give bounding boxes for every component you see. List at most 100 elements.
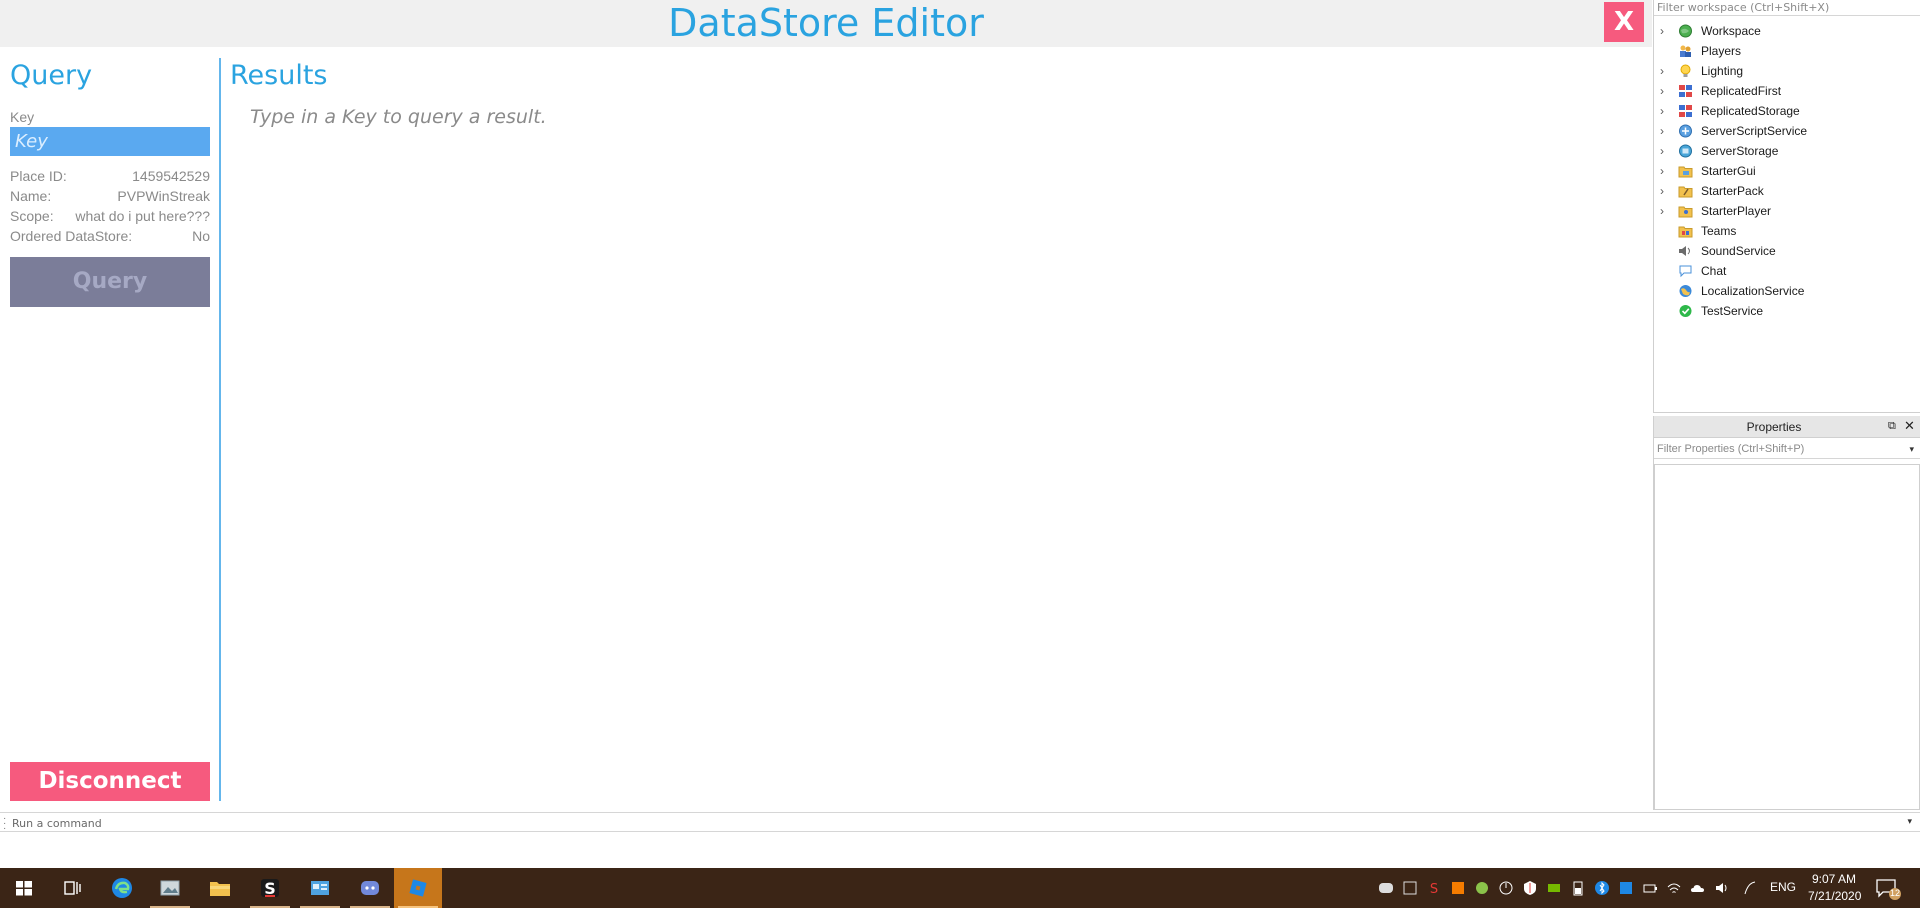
color-tray-icon[interactable] xyxy=(1474,879,1490,897)
tree-item-label: StarterPack xyxy=(1701,184,1764,198)
disconnect-button[interactable]: Disconnect xyxy=(10,762,210,801)
cloud-tray-icon[interactable] xyxy=(1690,879,1706,897)
tree-item-teams[interactable]: Teams xyxy=(1654,221,1920,241)
edge-button[interactable] xyxy=(98,868,146,908)
chevron-right-icon[interactable]: › xyxy=(1660,164,1670,178)
tree-item-label: TestService xyxy=(1701,304,1764,318)
tree-item-chat[interactable]: Chat xyxy=(1654,261,1920,281)
discord-tray-icon[interactable] xyxy=(1378,879,1394,897)
chevron-right-icon[interactable]: › xyxy=(1660,24,1670,38)
chevron-right-icon[interactable]: › xyxy=(1660,144,1670,158)
tree-item-starter-player[interactable]: › StarterPlayer xyxy=(1654,201,1920,221)
battery-tray-icon[interactable] xyxy=(1570,879,1586,897)
tree-item-label: ServerScriptService xyxy=(1701,124,1808,138)
properties-header: Properties ⧉ ✕ xyxy=(1654,416,1920,438)
file-explorer-button[interactable] xyxy=(196,868,244,908)
tree-item-label: Teams xyxy=(1701,224,1737,238)
close-icon[interactable]: ✕ xyxy=(1904,419,1916,433)
tree-item-replicated-storage[interactable]: › ReplicatedStorage xyxy=(1654,101,1920,121)
query-button[interactable]: Query xyxy=(10,257,210,307)
s-tray-icon[interactable]: S xyxy=(1426,879,1442,897)
properties-panel: Properties ⧉ ✕ Filter Properties (Ctrl+S… xyxy=(1653,416,1920,810)
tree-item-label: Lighting xyxy=(1701,64,1744,78)
results-hint: Type in a Key to query a result. xyxy=(250,106,547,128)
start-button[interactable] xyxy=(0,868,48,908)
notification-count: 12 xyxy=(1889,888,1900,898)
replicated-storage-icon xyxy=(1679,105,1692,117)
tree-item-server-script-service[interactable]: › ServerScriptService xyxy=(1654,121,1920,141)
players-icon xyxy=(1680,45,1691,57)
key-label: Key xyxy=(10,109,35,125)
wifi-tray-icon[interactable] xyxy=(1666,879,1682,897)
tree-item-server-storage[interactable]: › ServerStorage xyxy=(1654,141,1920,161)
volume-tray-icon[interactable] xyxy=(1714,879,1730,897)
chevron-right-icon[interactable]: › xyxy=(1660,204,1670,218)
file-explorer-icon xyxy=(210,882,230,896)
key-input[interactable] xyxy=(10,127,210,156)
tree-item-label: Chat xyxy=(1701,264,1727,278)
properties-filter-placeholder: Filter Properties (Ctrl+Shift+P) xyxy=(1657,443,1805,455)
scope-value: what do i put here??? xyxy=(75,208,210,224)
properties-filter-input[interactable]: Filter Properties (Ctrl+Shift+P) ▾ xyxy=(1654,439,1920,459)
name-label: Name: xyxy=(10,188,52,204)
undock-icon[interactable]: ⧉ xyxy=(1888,420,1900,432)
language-indicator[interactable]: ENG xyxy=(1770,880,1796,894)
teams-icon xyxy=(1678,226,1693,238)
close-button[interactable]: X xyxy=(1604,2,1644,42)
nvidia-tray-icon[interactable] xyxy=(1546,879,1562,897)
tree-item-players[interactable]: Players xyxy=(1654,41,1920,61)
clock[interactable]: 9:07 AM 7/21/2020 xyxy=(1808,871,1862,905)
tree-item-sound-service[interactable]: SoundService xyxy=(1654,241,1920,261)
pen-tray-icon[interactable] xyxy=(1742,879,1758,897)
datastore-editor-plugin: DataStore Editor X Query Key Place ID: 1… xyxy=(0,0,1652,810)
blue-app-tray-icon[interactable] xyxy=(1618,879,1634,897)
grip-icon[interactable]: · · · xyxy=(3,814,6,834)
bluetooth-tray-icon[interactable] xyxy=(1594,879,1610,897)
power-plug-tray-icon[interactable] xyxy=(1642,879,1658,897)
power-tray-icon[interactable] xyxy=(1498,879,1514,897)
app-root: DataStore Editor X Query Key Place ID: 1… xyxy=(0,0,1920,908)
ordered-datastore-value: No xyxy=(192,228,210,244)
s-app-button[interactable]: S xyxy=(246,868,294,908)
tree-item-localization-service[interactable]: LocalizationService xyxy=(1654,281,1920,301)
dropdown-arrow-icon[interactable]: ▾ xyxy=(1909,439,1914,459)
chevron-right-icon[interactable]: › xyxy=(1660,124,1670,138)
control-panel-button[interactable] xyxy=(296,868,344,908)
dropdown-arrow-icon[interactable]: ▾ xyxy=(1907,816,1912,827)
s-app-icon: S xyxy=(261,879,279,898)
svg-text:S: S xyxy=(1430,882,1438,897)
clock-time: 9:07 AM xyxy=(1811,872,1857,886)
query-heading: Query xyxy=(10,60,93,91)
chevron-right-icon[interactable]: › xyxy=(1660,84,1670,98)
task-view-icon xyxy=(64,881,81,895)
tree-item-starter-gui[interactable]: › StarterGui xyxy=(1654,161,1920,181)
tree-item-lighting[interactable]: › Lighting xyxy=(1654,61,1920,81)
orange-tray-icon[interactable] xyxy=(1450,879,1466,897)
chevron-right-icon[interactable]: › xyxy=(1660,104,1670,118)
tree-item-replicated-first[interactable]: › ReplicatedFirst xyxy=(1654,81,1920,101)
results-heading: Results xyxy=(230,60,328,91)
tree-item-test-service[interactable]: TestService xyxy=(1654,301,1920,321)
scope-label: Scope: xyxy=(10,208,54,224)
command-bar: ··· ▾ xyxy=(0,812,1920,834)
tree-item-label: StarterGui xyxy=(1701,164,1756,178)
ordered-datastore-row: Ordered DataStore: No xyxy=(10,228,210,248)
tree-item-workspace[interactable]: › Workspace xyxy=(1654,21,1920,41)
tree-item-starter-pack[interactable]: › StarterPack xyxy=(1654,181,1920,201)
workspace-icon xyxy=(1679,24,1692,38)
place-id-label: Place ID: xyxy=(10,168,67,184)
explorer-panel: › Workspace Players › Lighting › Replica… xyxy=(1653,0,1920,413)
explorer-filter-input[interactable] xyxy=(1654,0,1920,16)
chevron-right-icon[interactable]: › xyxy=(1660,64,1670,78)
command-input[interactable] xyxy=(12,815,1902,831)
task-view-button[interactable] xyxy=(48,868,96,908)
window-tray-icon[interactable] xyxy=(1402,879,1418,897)
shield-tray-icon[interactable] xyxy=(1522,879,1538,897)
localization-service-icon xyxy=(1679,285,1692,297)
roblox-studio-button[interactable] xyxy=(394,868,442,908)
notification-center-button[interactable]: 12 xyxy=(1874,876,1902,902)
chevron-right-icon[interactable]: › xyxy=(1660,184,1670,198)
clock-date: 7/21/2020 xyxy=(1808,889,1862,903)
discord-button[interactable] xyxy=(346,868,394,908)
photos-button[interactable] xyxy=(146,868,194,908)
